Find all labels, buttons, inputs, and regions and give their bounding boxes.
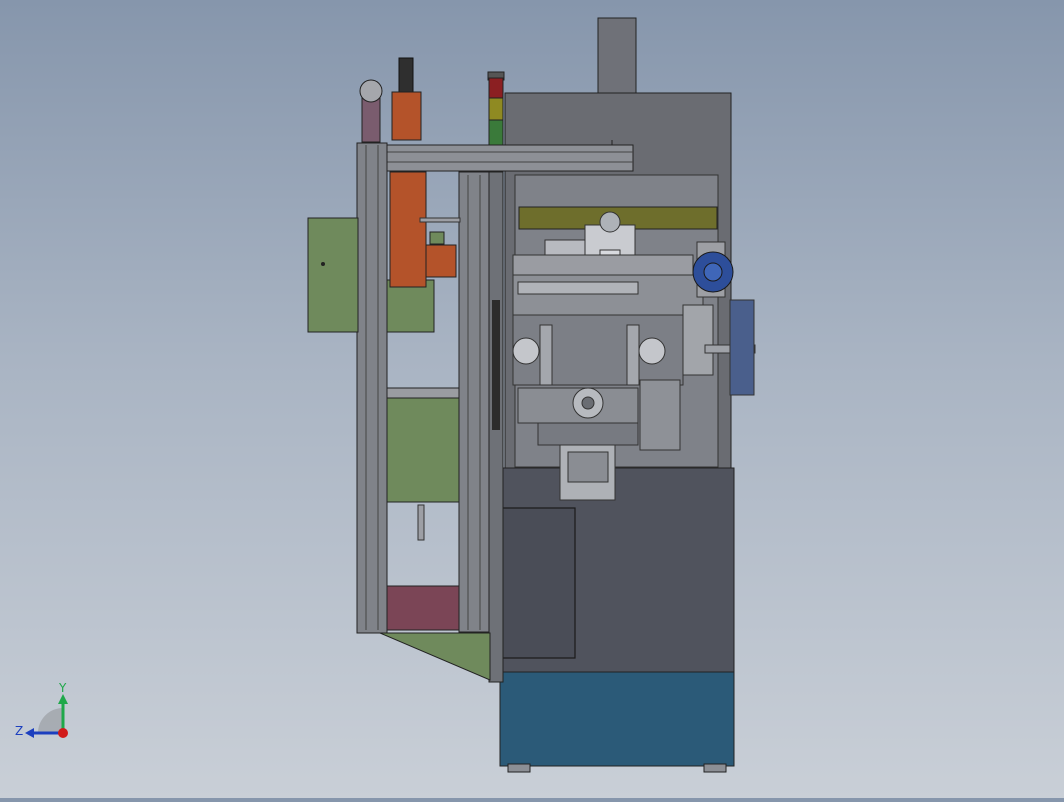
axis-triad: Y Z	[15, 681, 68, 738]
machine-drawing: Y Z	[15, 17, 756, 773]
pink-cylinder[interactable]	[359, 79, 383, 143]
signal-tower[interactable]	[487, 71, 505, 146]
right-bearing	[638, 337, 666, 365]
chute[interactable]	[379, 632, 491, 681]
pink-tray[interactable]	[386, 585, 460, 631]
z-axis-label: Z	[15, 724, 23, 738]
y-axis-label: Y	[58, 681, 67, 695]
top-nut	[599, 211, 621, 233]
y-axis-arrow	[58, 694, 68, 704]
orange-actuator[interactable]	[389, 57, 461, 288]
right-post	[458, 171, 490, 633]
base-foot-right	[703, 763, 727, 773]
left-post	[356, 142, 388, 634]
top-chimney	[597, 17, 637, 99]
left-bearing	[512, 337, 540, 365]
z-axis-arrow	[25, 728, 34, 738]
x-axis-dot	[58, 728, 68, 738]
top-beam	[384, 144, 634, 172]
cabinet-door	[501, 507, 576, 659]
cabinet-base	[499, 671, 735, 767]
base-foot-left	[507, 763, 531, 773]
green-tank[interactable]	[386, 387, 460, 541]
cad-viewport[interactable]: Y Z	[0, 0, 1064, 798]
lower-cabinet[interactable]	[499, 467, 735, 773]
